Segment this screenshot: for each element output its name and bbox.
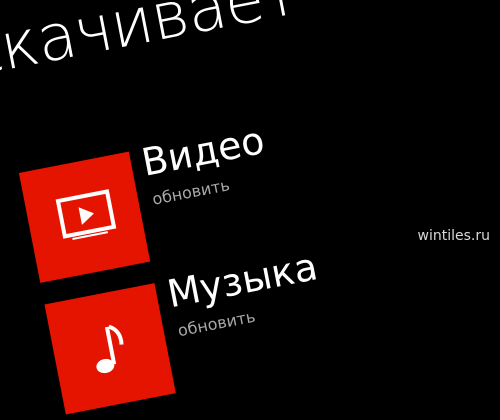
item-title-video: Видео xyxy=(138,118,268,185)
downloads-screen: скачивает Видео обновить Музыка обновить xyxy=(0,0,500,415)
music-tile[interactable] xyxy=(44,283,176,415)
item-title-music: Музыка xyxy=(163,244,322,317)
page-title: скачивает xyxy=(0,0,304,92)
music-icon xyxy=(96,324,124,374)
video-play-icon xyxy=(55,189,117,240)
video-tile[interactable] xyxy=(18,151,151,283)
watermark: wintiles.ru xyxy=(417,228,490,244)
